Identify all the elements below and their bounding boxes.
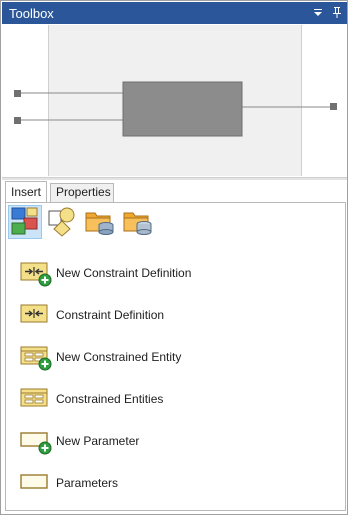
new-constraint-definition-icon <box>20 262 52 287</box>
item-label: Constraint Definition <box>56 308 165 322</box>
item-label: New Parameter <box>56 434 140 448</box>
diagram-preview <box>4 25 346 176</box>
shape-nodes-tool[interactable] <box>46 205 80 239</box>
preview-port-right <box>330 103 337 110</box>
new-constrained-entity-icon <box>20 346 52 371</box>
preview-port-left-bottom <box>14 117 21 124</box>
preview-entity-box <box>122 81 243 137</box>
tab-insert[interactable]: Insert <box>5 181 47 204</box>
folder-database-alt-tool[interactable] <box>122 205 156 239</box>
item-label: New Constrained Entity <box>56 350 182 364</box>
list-item-constraint-definition[interactable]: Constraint Definition <box>20 302 320 330</box>
item-label: Parameters <box>56 476 119 490</box>
list-item-new-constraint-definition[interactable]: New Constraint Definition <box>20 260 320 288</box>
tab-properties[interactable]: Properties <box>50 183 114 203</box>
shape-nodes-icon <box>48 207 75 237</box>
toolbox-panel: Toolbox Insert Properties New Constraint… <box>0 0 348 515</box>
folder-database-alt-icon <box>123 212 152 235</box>
folder-database-icon <box>85 212 114 235</box>
list-item-new-constrained-entity[interactable]: New Constrained Entity <box>20 344 320 372</box>
splitter[interactable] <box>2 177 347 180</box>
constraint-diagram-tool[interactable] <box>8 205 42 239</box>
pin-icon[interactable] <box>329 4 345 20</box>
new-parameter-icon <box>20 432 52 455</box>
window-title: Toolbox <box>9 6 54 21</box>
titlebar: Toolbox <box>2 2 347 24</box>
constraint-definition-icon <box>20 304 48 323</box>
list-item-new-parameter[interactable]: New Parameter <box>20 428 320 456</box>
preview-port-left-top <box>14 90 21 97</box>
chevron-down-icon[interactable] <box>310 4 326 20</box>
preview-diagram <box>14 81 337 137</box>
parameters-icon <box>20 474 48 489</box>
item-label: New Constraint Definition <box>56 266 192 280</box>
item-label: Constrained Entities <box>56 392 164 406</box>
list-item-constrained-entities[interactable]: Constrained Entities <box>20 386 320 414</box>
insert-tab-content: New Constraint Definition Constraint Def… <box>5 202 346 511</box>
folder-database-tool[interactable] <box>84 205 118 239</box>
constraint-diagram-icon <box>11 207 38 235</box>
list-item-parameters[interactable]: Parameters <box>20 470 320 498</box>
constrained-entities-icon <box>20 388 48 407</box>
